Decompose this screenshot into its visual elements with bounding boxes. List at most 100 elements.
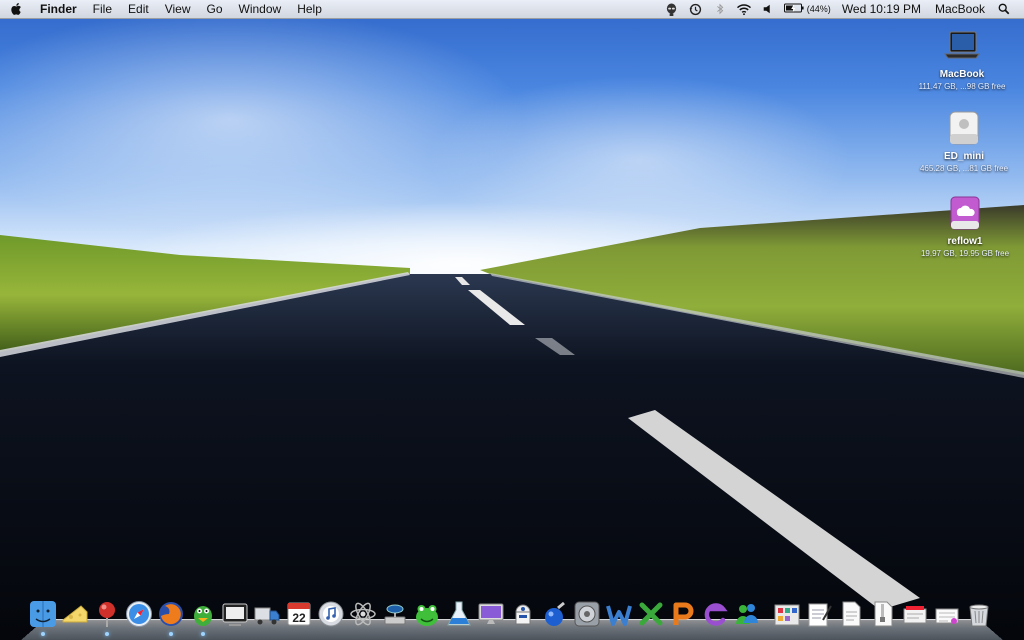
dock-robot[interactable] (508, 600, 538, 636)
external-drive-icon (944, 108, 984, 148)
dock-monitor[interactable] (476, 600, 506, 636)
desktop-icon-macbook[interactable]: MacBook 111.47 GB, ...98 GB free (907, 26, 1017, 92)
zip-archive-icon (874, 601, 893, 627)
stack-icon (903, 606, 927, 624)
calendar-icon: 22 (287, 602, 311, 626)
pin-icon (99, 602, 115, 627)
menu-view[interactable]: View (157, 0, 199, 18)
desktop-icon-label: ED_mini (943, 151, 984, 162)
battery-status[interactable]: (44%) (783, 2, 831, 16)
safari-icon (126, 601, 152, 627)
adium-icon (194, 606, 212, 626)
dock-preview[interactable] (220, 600, 250, 636)
dock-itunes[interactable] (316, 600, 346, 636)
cheese-icon (62, 605, 88, 623)
dock-stack[interactable] (900, 600, 930, 636)
messenger-icon (736, 604, 758, 624)
dock-word[interactable] (604, 600, 634, 636)
time-machine-icon[interactable] (687, 0, 705, 18)
dock-flask[interactable] (444, 600, 474, 636)
desktop-icon-ed-mini[interactable]: ED_mini 465.28 GB, ...81 GB free (909, 108, 1019, 174)
monitor-icon (478, 603, 504, 624)
wifi-icon[interactable] (735, 0, 753, 18)
menu-bar-status: (44%) Wed 10:19 PM MacBook (660, 0, 1024, 18)
apple-icon[interactable] (10, 2, 24, 16)
frog-icon (416, 605, 438, 626)
battery-icon (783, 2, 804, 16)
itunes-icon (318, 601, 344, 627)
menu-bar: Finder File Edit View Go Window Help (44… (0, 0, 1024, 19)
running-indicator (169, 632, 173, 636)
cloud-drive-icon (945, 193, 985, 233)
alien-icon[interactable] (663, 0, 681, 18)
dock-stack-2[interactable] (932, 600, 962, 636)
wallpaper (0, 0, 1024, 640)
dock-pin[interactable] (92, 600, 122, 636)
menu-help[interactable]: Help (289, 0, 330, 18)
dock-frog[interactable] (412, 600, 442, 636)
desktop-screen: Finder File Edit View Go Window Help (44… (0, 0, 1024, 640)
preview-icon (222, 603, 248, 626)
battery-percent: (44%) (806, 4, 831, 14)
dock-separator (764, 606, 770, 636)
menu-app-name[interactable]: Finder (40, 0, 85, 18)
menu-edit[interactable]: Edit (120, 0, 157, 18)
spotlight-icon[interactable] (995, 0, 1013, 18)
desktop-icon-info: 19.97 GB, 19.95 GB free (920, 249, 1010, 258)
trash-icon (969, 604, 989, 627)
notepad-icon (808, 603, 832, 627)
dock-network[interactable] (380, 600, 410, 636)
running-indicator (105, 632, 109, 636)
dock-atom[interactable] (348, 600, 378, 636)
dock-messenger[interactable] (732, 600, 762, 636)
bluetooth-icon[interactable] (711, 0, 729, 18)
dock: 22 (28, 596, 998, 636)
volume-icon[interactable] (759, 0, 777, 18)
dock-system-preferences[interactable] (572, 600, 602, 636)
menu-clock[interactable]: Wed 10:19 PM (835, 0, 928, 18)
network-icon (384, 604, 406, 625)
menu-go[interactable]: Go (199, 0, 231, 18)
flask-icon (447, 601, 471, 626)
menu-bar-left: Finder File Edit View Go Window Help (0, 0, 330, 18)
dock-document[interactable] (836, 600, 866, 636)
running-indicator (41, 632, 45, 636)
desktop-icon-info: 465.28 GB, ...81 GB free (919, 164, 1009, 173)
dock-powerpoint[interactable] (668, 600, 698, 636)
dock-transmit[interactable] (252, 600, 282, 636)
document-icon (842, 601, 861, 627)
dock-excel[interactable] (636, 600, 666, 636)
dock-safari[interactable] (124, 600, 154, 636)
running-indicator (201, 632, 205, 636)
transmit-icon (254, 607, 280, 625)
finder-icon (30, 601, 56, 627)
dock-zip-archive[interactable] (868, 600, 898, 636)
dock-applications-folder[interactable] (772, 600, 802, 636)
stack-icon-2 (935, 608, 959, 624)
desktop-icon-info: 111.47 GB, ...98 GB free (918, 82, 1006, 91)
applications-folder-icon (774, 604, 800, 626)
dock-notepad[interactable] (804, 600, 834, 636)
desktop-icon-label: reflow1 (947, 236, 983, 247)
dock-calendar[interactable]: 22 (284, 600, 314, 636)
system-preferences-icon (574, 601, 600, 627)
menu-user-name[interactable]: MacBook (928, 0, 992, 18)
dock-adium[interactable] (188, 600, 218, 636)
firefox-icon (159, 602, 183, 626)
menu-file[interactable]: File (85, 0, 120, 18)
dock-trash[interactable] (964, 600, 994, 636)
dock-entourage[interactable] (700, 600, 730, 636)
dock-firefox[interactable] (156, 600, 186, 636)
robot-icon (515, 604, 531, 625)
dock-potion[interactable] (540, 600, 570, 636)
word-icon (606, 605, 632, 626)
entourage-icon (704, 603, 728, 626)
laptop-icon (942, 26, 982, 66)
dock-finder[interactable] (28, 600, 58, 636)
menu-window[interactable]: Window (231, 0, 290, 18)
dock-cheese[interactable] (60, 600, 90, 636)
desktop-icon-reflow1[interactable]: reflow1 19.97 GB, 19.95 GB free (910, 193, 1020, 259)
potion-icon (545, 601, 565, 626)
powerpoint-icon (673, 602, 694, 625)
calendar-day: 22 (292, 611, 306, 625)
